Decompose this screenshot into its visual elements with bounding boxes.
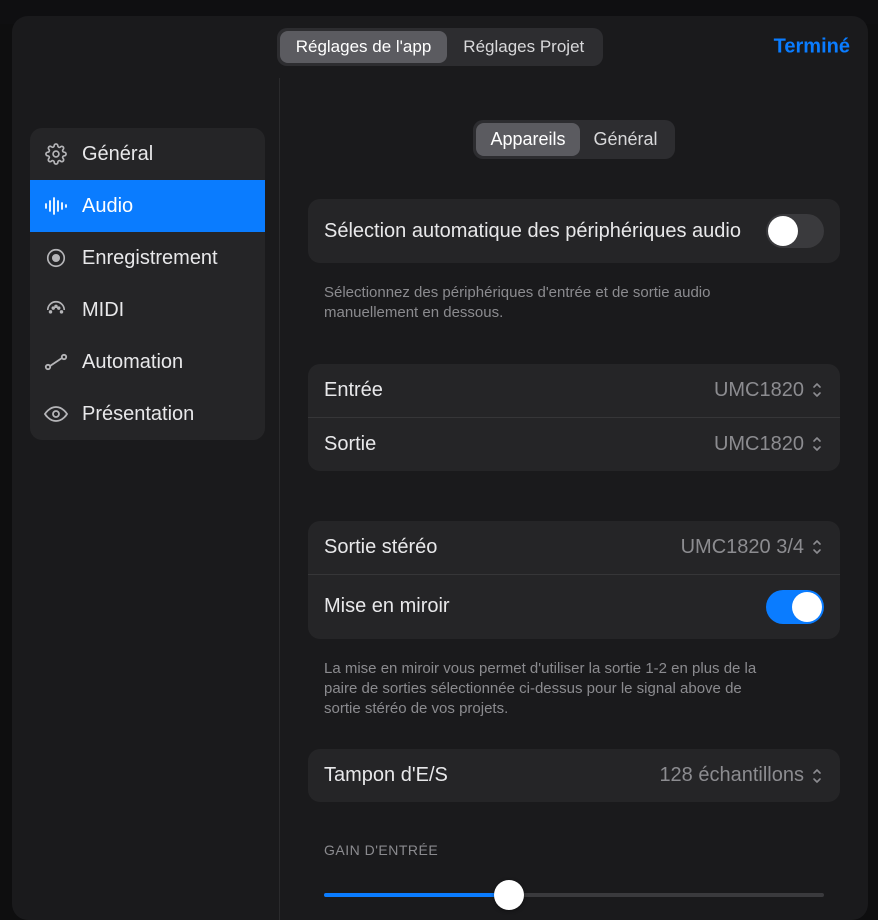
auto-select-toggle[interactable] [766, 214, 824, 248]
updown-icon [810, 538, 824, 556]
stereo-panel: Sortie stéréo UMC1820 3/4 Mise en miroir [308, 521, 840, 639]
input-label: Entrée [324, 379, 383, 402]
dialog-header: Réglages de l'app Réglages Projet Termin… [12, 16, 868, 78]
sidebar-item-label: MIDI [82, 299, 124, 322]
header-tabs: Réglages de l'app Réglages Projet [277, 28, 604, 66]
sidebar-item-audio[interactable]: Audio [30, 180, 265, 232]
io-panel: Entrée UMC1820 Sortie UMC1820 [308, 364, 840, 471]
automation-icon [44, 350, 68, 374]
waveform-icon [44, 194, 68, 218]
buffer-row[interactable]: Tampon d'E/S 128 échantillons [308, 749, 840, 802]
record-icon [44, 246, 68, 270]
output-value: UMC1820 [714, 433, 804, 456]
auto-select-label: Sélection automatique des périphériques … [324, 220, 741, 243]
mirror-label: Mise en miroir [324, 595, 450, 618]
buffer-panel: Tampon d'E/S 128 échantillons [308, 749, 840, 802]
auto-select-panel: Sélection automatique des périphériques … [308, 199, 840, 263]
gain-section-title: GAIN D'ENTRÉE [308, 842, 840, 868]
settings-dialog: Réglages de l'app Réglages Projet Termin… [12, 16, 868, 920]
sidebar-item-midi[interactable]: MIDI [30, 284, 265, 336]
buffer-value: 128 échantillons [659, 764, 804, 787]
sidebar-item-label: Présentation [82, 403, 194, 426]
midi-icon [44, 298, 68, 322]
sidebar-item-label: Audio [82, 195, 133, 218]
content-area: Appareils Général Sélection automatique … [280, 78, 868, 920]
subtab-general[interactable]: Général [580, 123, 672, 156]
sidebar-item-label: Général [82, 143, 153, 166]
done-button[interactable]: Terminé [774, 36, 850, 59]
gain-slider[interactable] [324, 880, 824, 910]
buffer-label: Tampon d'E/S [324, 764, 448, 787]
sidebar-item-view[interactable]: Présentation [30, 388, 265, 440]
mirror-toggle[interactable] [766, 590, 824, 624]
updown-icon [810, 767, 824, 785]
sidebar-item-label: Enregistrement [82, 247, 218, 270]
sidebar-item-recording[interactable]: Enregistrement [30, 232, 265, 284]
sidebar-item-label: Automation [82, 351, 183, 374]
tab-project-settings[interactable]: Réglages Projet [447, 31, 600, 63]
updown-icon [810, 435, 824, 453]
subtab-devices[interactable]: Appareils [476, 123, 579, 156]
updown-icon [810, 381, 824, 399]
stereo-output-label: Sortie stéréo [324, 536, 437, 559]
sub-tabs: Appareils Général [473, 120, 674, 159]
gear-icon [44, 142, 68, 166]
stereo-output-value: UMC1820 3/4 [681, 536, 804, 559]
stereo-output-row[interactable]: Sortie stéréo UMC1820 3/4 [308, 521, 840, 574]
mirror-help: La mise en miroir vous permet d'utiliser… [308, 649, 788, 720]
input-row[interactable]: Entrée UMC1820 [308, 364, 840, 417]
output-label: Sortie [324, 433, 376, 456]
auto-select-help: Sélectionnez des périphériques d'entrée … [308, 273, 788, 324]
input-value: UMC1820 [714, 379, 804, 402]
sidebar-item-general[interactable]: Général [30, 128, 265, 180]
output-row[interactable]: Sortie UMC1820 [308, 417, 840, 471]
tab-app-settings[interactable]: Réglages de l'app [280, 31, 448, 63]
sidebar: Général Audio [12, 78, 280, 920]
eye-icon [44, 402, 68, 426]
sidebar-item-automation[interactable]: Automation [30, 336, 265, 388]
